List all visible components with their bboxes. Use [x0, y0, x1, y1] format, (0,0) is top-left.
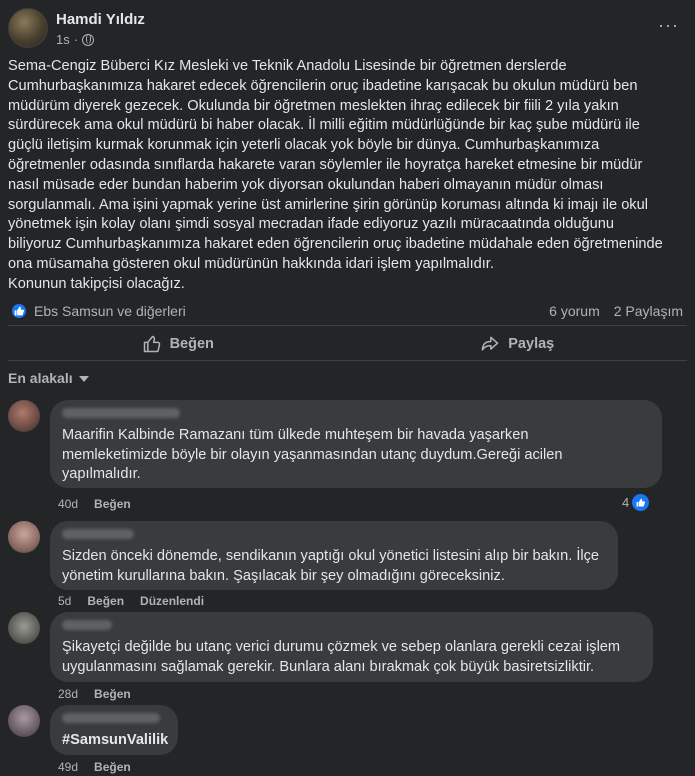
divider: [8, 360, 687, 361]
caret-down-icon: [78, 376, 89, 382]
comment-reaction-count: 4: [622, 495, 630, 510]
comment-text: Sizden önceki dönemde, sendikanın yaptığ…: [62, 548, 600, 584]
comment-bubble: Sizden önceki dönemde, sendikanın yaptığ…: [50, 521, 618, 590]
comment-time[interactable]: 28d: [58, 687, 78, 701]
comment-time[interactable]: 40d: [58, 497, 78, 511]
comment-reactions[interactable]: 4: [622, 494, 650, 511]
shares-count[interactable]: 2 Paylaşım: [614, 303, 683, 319]
comment-edited-label: Düzenlendi: [140, 594, 205, 608]
globe-icon: [82, 33, 95, 46]
comment-avatar[interactable]: [8, 521, 40, 553]
author-name[interactable]: Hamdi Yıldız: [56, 10, 145, 30]
comment-hashtag[interactable]: #SamsunValilik: [62, 731, 168, 751]
commenter-name-blurred: [62, 713, 160, 723]
more-options-button[interactable]: ···: [658, 16, 679, 34]
reactions-left[interactable]: Ebs Samsun ve diğerleri: [10, 302, 186, 320]
share-arrow-icon: [482, 336, 499, 351]
comment-actions: 28d Beğen: [58, 687, 131, 701]
meta-separator: ·: [73, 32, 79, 47]
post-text: Sema-Cengiz Büberci Kız Mesleki ve Tekni…: [8, 58, 663, 292]
reactions-summary: Ebs Samsun ve diğerleri 6 yorum 2 Paylaş…: [10, 302, 683, 320]
commenter-name-blurred: [62, 620, 112, 630]
share-label: Paylaş: [508, 336, 555, 352]
thumbs-up-icon: [143, 335, 160, 353]
comment-actions: 49d Beğen: [58, 760, 131, 774]
comment-actions: 5d Beğen Düzenlendi: [58, 594, 204, 608]
comment-like-button[interactable]: Beğen: [94, 687, 131, 701]
like-label: Beğen: [169, 336, 214, 352]
comment-bubble: #SamsunValilik: [50, 705, 178, 755]
comment-like-button[interactable]: Beğen: [94, 497, 131, 511]
like-reaction-icon: [632, 494, 650, 511]
comment-actions: 40d Beğen: [58, 497, 131, 511]
comment-text: Maarifin Kalbinde Ramazanı tüm ülkede mu…: [62, 427, 563, 482]
comment-bubble: Şikayetçi değilde bu utanç verici durumu…: [50, 612, 653, 682]
comment-time[interactable]: 5d: [58, 594, 71, 608]
reactions-text[interactable]: Ebs Samsun ve diğerleri: [34, 303, 186, 319]
comment-sort-dropdown[interactable]: En alakalı: [8, 370, 89, 386]
divider: [8, 325, 687, 326]
comment-bubble: Maarifin Kalbinde Ramazanı tüm ülkede mu…: [50, 400, 662, 488]
author-avatar[interactable]: [8, 8, 48, 48]
like-reaction-icon: [10, 302, 28, 320]
commenter-name-blurred: [62, 408, 180, 418]
comment-time[interactable]: 49d: [58, 760, 78, 774]
comment-text: Şikayetçi değilde bu utanç verici durumu…: [62, 639, 621, 675]
comment-like-button[interactable]: Beğen: [87, 594, 124, 608]
comment-avatar[interactable]: [8, 612, 40, 644]
comment-avatar[interactable]: [8, 400, 40, 432]
post-time[interactable]: 1s: [56, 32, 70, 47]
post-actions: Beğen Paylaş: [8, 330, 687, 358]
share-button[interactable]: Paylaş: [348, 330, 688, 358]
comment-avatar[interactable]: [8, 705, 40, 737]
comment-like-button[interactable]: Beğen: [94, 760, 131, 774]
post-meta: 1s ·: [56, 32, 145, 47]
comments-count[interactable]: 6 yorum: [549, 303, 600, 319]
sort-label: En alakalı: [8, 370, 73, 386]
like-button[interactable]: Beğen: [8, 330, 348, 358]
post-header: Hamdi Yıldız 1s ·: [8, 8, 145, 48]
commenter-name-blurred: [62, 529, 134, 539]
